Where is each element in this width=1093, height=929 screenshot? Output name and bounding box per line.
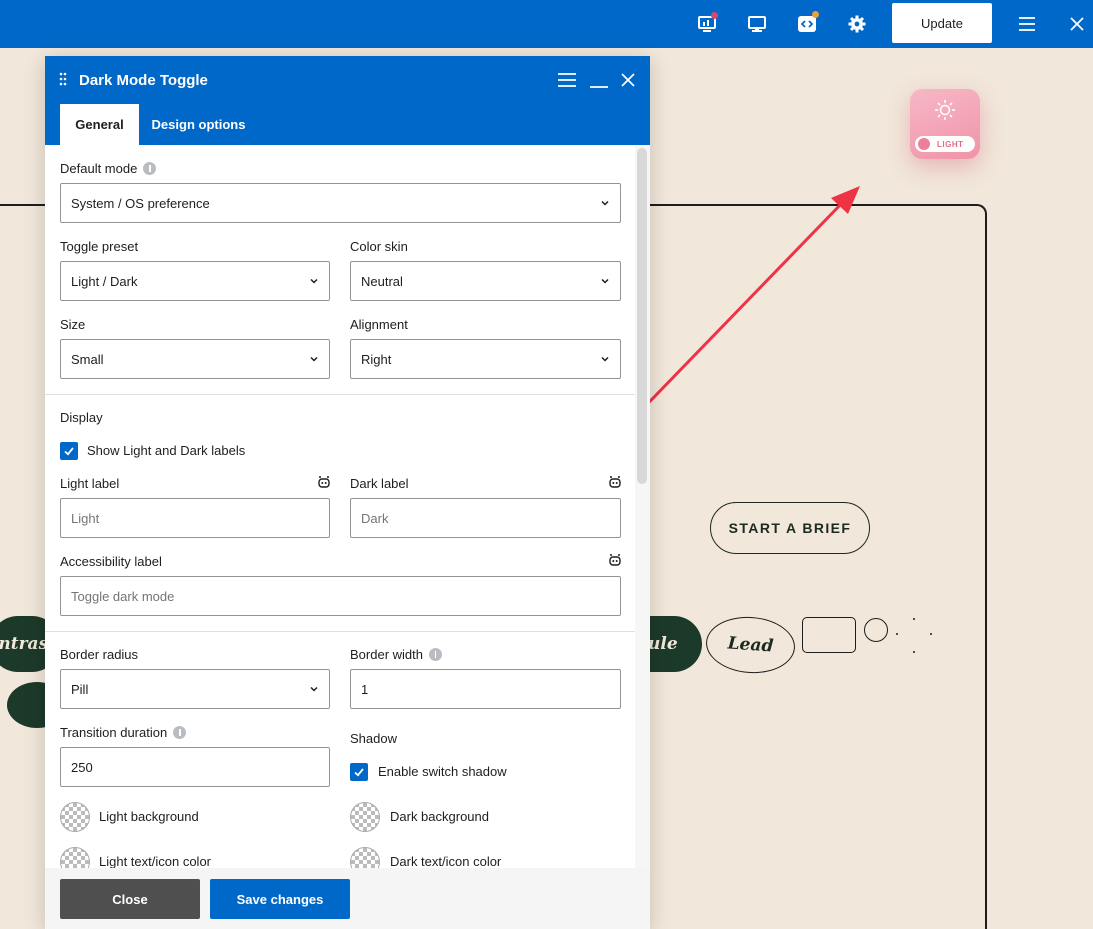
- code-icon[interactable]: [795, 11, 819, 36]
- enable-shadow-text: Enable switch shadow: [378, 764, 507, 779]
- chevron-down-icon: [310, 356, 318, 362]
- light-label-label: Light label: [60, 476, 120, 491]
- dialog-title: Dark Mode Toggle: [79, 72, 208, 89]
- pill-right-text: ule: [648, 634, 678, 654]
- dialog-footer: Close Save changes: [45, 868, 650, 929]
- section-divider: [45, 631, 635, 632]
- update-button[interactable]: Update: [892, 3, 992, 43]
- border-width-label-text: Border width: [350, 647, 423, 662]
- accessibility-label-input[interactable]: Toggle dark mode: [60, 576, 621, 616]
- toggle-switch[interactable]: LIGHT: [915, 136, 975, 152]
- color-skin-value: Neutral: [361, 273, 403, 289]
- light-label-input[interactable]: Light: [60, 498, 330, 538]
- robot-icon[interactable]: [317, 475, 331, 489]
- dark-label-label: Dark label: [350, 476, 409, 491]
- drag-handle-icon[interactable]: [59, 72, 67, 91]
- desktop-preview-icon[interactable]: [745, 12, 769, 36]
- border-width-label: Border width: [350, 647, 442, 662]
- menu-icon[interactable]: [556, 69, 578, 91]
- dot: [930, 633, 932, 635]
- chevron-down-icon: [310, 686, 318, 692]
- dark-label-input[interactable]: Dark: [350, 498, 621, 538]
- info-icon[interactable]: [173, 726, 187, 739]
- toggle-preset-value: Light / Dark: [71, 273, 138, 289]
- color-skin-select[interactable]: Neutral: [350, 261, 621, 301]
- color-skin-label: Color skin: [350, 239, 408, 254]
- info-icon[interactable]: [143, 162, 157, 175]
- dark-mode-toggle-preview[interactable]: LIGHT: [910, 89, 980, 159]
- chevron-down-icon: [601, 200, 609, 206]
- settings-gear-icon[interactable]: [845, 12, 869, 36]
- default-mode-label: Default mode: [60, 161, 157, 176]
- border-radius-select[interactable]: Pill: [60, 669, 330, 709]
- robot-icon[interactable]: [608, 553, 622, 567]
- tab-design-options[interactable]: Design options: [145, 104, 252, 145]
- chevron-down-icon: [310, 278, 318, 284]
- scrollbar-thumb[interactable]: [637, 148, 647, 484]
- light-text-icon-swatch[interactable]: [60, 847, 90, 868]
- accessibility-label-label: Accessibility label: [60, 554, 162, 569]
- menu-icon[interactable]: [1015, 12, 1039, 36]
- chevron-down-icon: [601, 278, 609, 284]
- border-width-input[interactable]: 1: [350, 669, 621, 709]
- toggle-label: LIGHT: [937, 139, 964, 149]
- close-button[interactable]: Close: [60, 879, 200, 919]
- dark-background-swatch[interactable]: [350, 802, 380, 832]
- section-divider: [45, 394, 635, 395]
- enable-shadow-checkbox[interactable]: [350, 763, 368, 781]
- toggle-preset-select[interactable]: Light / Dark: [60, 261, 330, 301]
- dialog-header: Dark Mode Toggle General Design options: [45, 56, 650, 145]
- alignment-value: Right: [361, 351, 392, 367]
- info-icon[interactable]: [428, 648, 442, 661]
- dark-background-label: Dark background: [390, 809, 489, 824]
- checkmark-icon: [64, 447, 74, 456]
- minimize-icon[interactable]: [588, 69, 610, 91]
- dialog-body: Default mode System / OS preference Togg…: [45, 145, 650, 868]
- dark-text-icon-swatch[interactable]: [350, 847, 380, 868]
- default-mode-value: System / OS preference: [71, 195, 210, 211]
- dot: [896, 633, 898, 635]
- show-labels-checkbox[interactable]: [60, 442, 78, 460]
- alignment-label: Alignment: [350, 317, 408, 332]
- tab-general[interactable]: General: [60, 104, 139, 145]
- close-icon[interactable]: [617, 69, 639, 91]
- border-radius-label: Border radius: [60, 647, 139, 662]
- save-changes-button[interactable]: Save changes: [210, 879, 350, 919]
- border-radius-value: Pill: [71, 681, 89, 697]
- robot-icon[interactable]: [608, 475, 622, 489]
- sun-icon: [934, 99, 956, 126]
- top-toolbar: Update: [0, 0, 1093, 48]
- transition-duration-label: Transition duration: [60, 725, 187, 740]
- light-background-label: Light background: [99, 809, 199, 824]
- light-text-icon-label: Light text/icon color: [99, 854, 212, 868]
- start-brief-button[interactable]: START A BRIEF: [710, 502, 870, 554]
- light-background-swatch[interactable]: [60, 802, 90, 832]
- dark-mode-toggle-dialog: Dark Mode Toggle General Design options …: [45, 56, 650, 929]
- rectangle-shape: [802, 617, 856, 653]
- size-label: Size: [60, 317, 86, 332]
- display-heading: Display: [60, 410, 103, 425]
- alignment-select[interactable]: Right: [350, 339, 621, 379]
- transition-duration-input[interactable]: 250: [60, 747, 330, 787]
- close-icon[interactable]: [1065, 12, 1089, 36]
- dot: [913, 651, 915, 653]
- default-mode-label-text: Default mode: [60, 161, 138, 176]
- transition-duration-label-text: Transition duration: [60, 725, 168, 740]
- checkmark-icon: [354, 768, 364, 777]
- size-select[interactable]: Small: [60, 339, 330, 379]
- chevron-down-icon: [601, 356, 609, 362]
- stats-icon[interactable]: [695, 12, 719, 36]
- toggle-preset-label: Toggle preset: [60, 239, 139, 254]
- default-mode-select[interactable]: System / OS preference: [60, 183, 621, 223]
- size-value: Small: [71, 351, 104, 367]
- show-labels-text: Show Light and Dark labels: [87, 443, 246, 458]
- dot: [913, 618, 915, 620]
- lead-text: Lead: [727, 633, 774, 657]
- circle-shape: [864, 618, 888, 642]
- toggle-knob: [918, 138, 930, 150]
- dark-text-icon-label: Dark text/icon color: [390, 854, 502, 868]
- shadow-heading: Shadow: [350, 731, 397, 746]
